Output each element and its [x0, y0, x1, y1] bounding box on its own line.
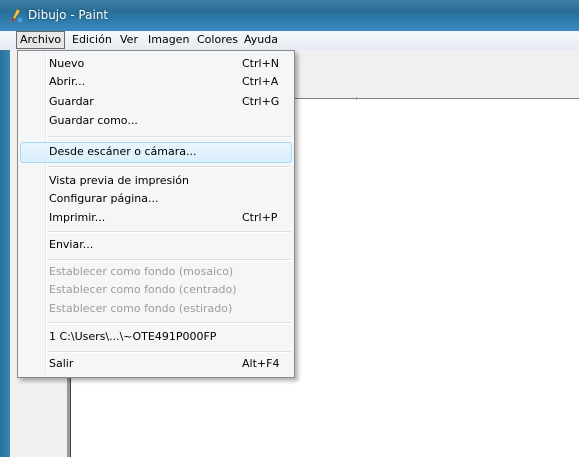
menu-item-vista-previa[interactable]: Vista previa de impresión: [18, 172, 294, 190]
menu-ver[interactable]: Ver: [117, 32, 141, 48]
menu-item-fondo-estirado: Establecer como fondo (estirado): [18, 300, 294, 318]
menu-item-label: Abrir...: [49, 75, 86, 88]
menu-item-label: Establecer como fondo (centrado): [49, 283, 237, 296]
menu-item-label: 1 C:\Users\...\~OTE491P000FP: [49, 330, 217, 343]
menu-item-enviar[interactable]: Enviar...: [18, 236, 294, 254]
menu-bar: Archivo Edición Ver Imagen Colores Ayuda: [0, 31, 579, 51]
menu-item-label: Vista previa de impresión: [49, 174, 189, 187]
menu-separator: [48, 259, 291, 261]
menu-separator: [48, 351, 291, 353]
menu-separator: [48, 231, 291, 233]
menu-edicion[interactable]: Edición: [69, 32, 115, 48]
window-left-border: [0, 50, 10, 457]
menu-item-abrir[interactable]: Abrir... Ctrl+A: [18, 73, 294, 91]
canvas-resize-marker: [356, 97, 357, 100]
menu-item-guardar[interactable]: Guardar Ctrl+G: [18, 93, 294, 111]
menu-item-label: Guardar como...: [49, 114, 138, 127]
menu-item-label: Imprimir...: [49, 211, 106, 224]
menu-item-recent-file[interactable]: 1 C:\Users\...\~OTE491P000FP: [18, 328, 294, 346]
menu-item-label: Desde escáner o cámara...: [49, 145, 197, 158]
menu-item-label: Nuevo: [49, 57, 85, 70]
menu-item-label: Establecer como fondo (mosaico): [49, 265, 234, 278]
menu-item-configurar-pagina[interactable]: Configurar página...: [18, 190, 294, 208]
menu-separator: [48, 136, 291, 138]
menu-item-imprimir[interactable]: Imprimir... Ctrl+P: [18, 209, 294, 227]
menu-separator: [48, 322, 291, 324]
title-bar: Dibujo - Paint: [0, 0, 579, 31]
menu-archivo[interactable]: Archivo: [16, 31, 66, 49]
menu-imagen[interactable]: Imagen: [145, 32, 192, 48]
menu-item-label: Guardar: [49, 95, 94, 108]
menu-item-label: Establecer como fondo (estirado): [49, 302, 233, 315]
menu-item-salir[interactable]: Salir Alt+F4: [18, 355, 294, 373]
menu-item-shortcut: Ctrl+A: [242, 75, 279, 88]
menu-item-fondo-centrado: Establecer como fondo (centrado): [18, 281, 294, 299]
window-title: Dibujo - Paint: [28, 8, 109, 22]
menu-item-shortcut: Ctrl+N: [242, 57, 280, 70]
paint-app-icon[interactable]: [8, 8, 24, 24]
menu-item-desde-escaner[interactable]: Desde escáner o cámara...: [18, 142, 294, 163]
menu-item-label: Enviar...: [49, 238, 94, 251]
menu-item-label: Salir: [49, 357, 74, 370]
menu-separator: [48, 166, 291, 168]
menu-ayuda[interactable]: Ayuda: [241, 32, 281, 48]
menu-item-shortcut: Alt+F4: [242, 357, 280, 370]
file-menu-dropdown: Nuevo Ctrl+N Abrir... Ctrl+A Guardar Ctr…: [17, 50, 295, 378]
menu-item-nuevo[interactable]: Nuevo Ctrl+N: [18, 55, 294, 73]
menu-item-guardar-como[interactable]: Guardar como...: [18, 112, 294, 130]
menu-colores[interactable]: Colores: [194, 32, 241, 48]
menu-item-label: Configurar página...: [49, 192, 159, 205]
menu-item-shortcut: Ctrl+P: [242, 211, 278, 224]
menu-item-shortcut: Ctrl+G: [242, 95, 280, 108]
menu-item-fondo-mosaico: Establecer como fondo (mosaico): [18, 263, 294, 281]
